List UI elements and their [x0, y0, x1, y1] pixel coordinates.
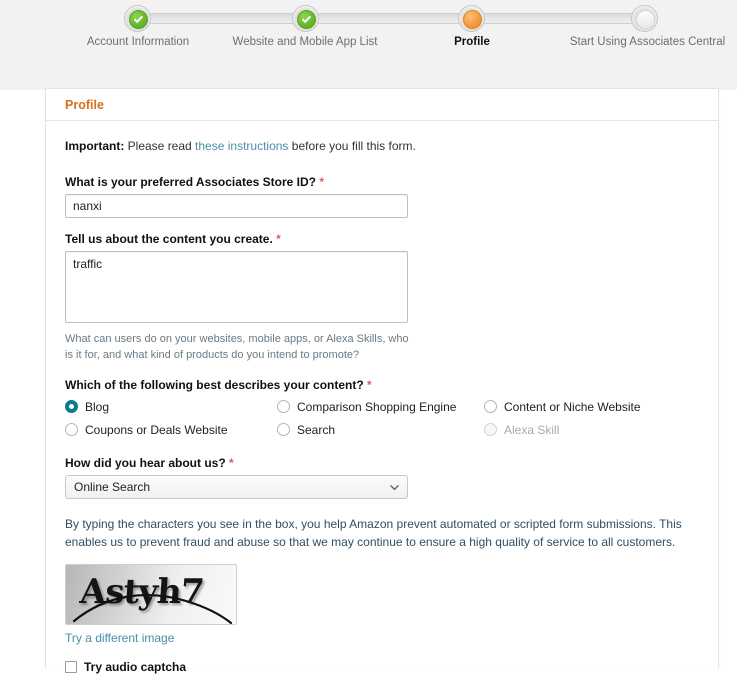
- radio-option-search[interactable]: Search: [277, 420, 484, 440]
- radio-option-content-or-niche-website[interactable]: Content or Niche Website: [484, 397, 699, 417]
- radio-label-coupons-or-deals-website: Coupons or Deals Website: [85, 422, 228, 437]
- try-audio-captcha-row[interactable]: Try audio captcha: [65, 660, 699, 674]
- captcha-intro-text: By typing the characters you see in the …: [65, 516, 682, 550]
- hear-about-selected-value: Online Search: [74, 479, 151, 494]
- step-node-website-and-mobile-app-list[interactable]: [292, 5, 319, 32]
- radio-label-blog: Blog: [85, 399, 110, 414]
- captcha-distortion-line: [72, 594, 233, 625]
- progress-step-labels: Account Information Website and Mobile A…: [0, 36, 737, 56]
- profile-form-card: Profile Important: Please read these ins…: [45, 88, 719, 674]
- card-header: Profile: [46, 89, 718, 121]
- radio-dot-icon: [484, 423, 497, 437]
- radio-label-content-or-niche-website: Content or Niche Website: [504, 399, 641, 414]
- try-audio-captcha-label: Try audio captcha: [84, 660, 187, 674]
- step-label-account-information: Account Information: [86, 36, 190, 48]
- radio-dot-icon: [277, 400, 290, 414]
- radio-option-comparison-shopping-engine[interactable]: Comparison Shopping Engine: [277, 397, 484, 417]
- hear-about-field-block: How did you hear about us? * Online Sear…: [65, 456, 699, 499]
- store-id-label: What is your preferred Associates Store …: [65, 175, 699, 189]
- step-label-profile: Profile: [454, 36, 490, 48]
- radio-dot-icon: [484, 400, 497, 414]
- content-type-field-block: Which of the following best describes yo…: [65, 378, 699, 440]
- content-description-label: Tell us about the content you create. *: [65, 232, 699, 246]
- content-type-required-mark: *: [367, 377, 372, 392]
- radio-dot-icon: [65, 423, 78, 437]
- try-different-image-link[interactable]: Try a different image: [65, 631, 174, 645]
- content-description-label-text: Tell us about the content you create.: [65, 232, 273, 246]
- current-step-icon: [463, 10, 482, 29]
- step-node-start-using-associates-central[interactable]: [631, 5, 658, 32]
- progress-track: [138, 13, 644, 24]
- progress-stepper: Account Information Website and Mobile A…: [0, 0, 737, 90]
- store-id-label-text: What is your preferred Associates Store …: [65, 175, 316, 189]
- radio-option-alexa-skill: Alexa Skill: [484, 420, 699, 440]
- content-description-hint: What can users do on your websites, mobi…: [65, 333, 409, 361]
- empty-step-icon: [636, 10, 655, 29]
- store-id-required-mark: *: [319, 175, 324, 189]
- important-notice: Important: Please read these instruction…: [65, 139, 699, 153]
- radio-label-comparison-shopping-engine: Comparison Shopping Engine: [297, 399, 457, 414]
- these-instructions-link[interactable]: these instructions: [195, 139, 288, 153]
- radio-label-search: Search: [297, 422, 336, 437]
- captcha-image: Astyh7: [65, 564, 237, 626]
- important-before-link: Please read: [124, 139, 196, 153]
- hear-about-label-text: How did you hear about us?: [65, 455, 226, 470]
- radio-label-alexa-skill: Alexa Skill: [504, 422, 560, 437]
- hear-about-label: How did you hear about us? *: [65, 456, 699, 470]
- hear-about-select[interactable]: Online Search: [65, 474, 408, 499]
- radio-dot-icon: [277, 423, 290, 437]
- store-id-field-block: What is your preferred Associates Store …: [65, 175, 699, 218]
- radio-dot-icon: [65, 400, 78, 414]
- content-description-textarea[interactable]: traffic: [65, 251, 408, 323]
- important-after-link: before you fill this form.: [288, 139, 416, 153]
- content-description-field-block: Tell us about the content you create. * …: [65, 232, 699, 364]
- try-audio-captcha-checkbox[interactable]: [65, 661, 77, 674]
- page-title: Profile: [65, 97, 104, 112]
- content-type-label: Which of the following best describes yo…: [65, 378, 699, 392]
- radio-option-blog[interactable]: Blog: [65, 397, 277, 417]
- content-type-radio-group: Blog Comparison Shopping Engine Content …: [65, 397, 699, 440]
- important-prefix: Important:: [65, 139, 125, 153]
- step-label-website-and-mobile-app-list: Website and Mobile App List: [232, 36, 378, 48]
- card-body: Important: Please read these instruction…: [46, 121, 718, 674]
- step-node-profile[interactable]: [458, 5, 485, 32]
- check-circle-icon: [129, 10, 148, 29]
- radio-option-coupons-or-deals-website[interactable]: Coupons or Deals Website: [65, 420, 277, 440]
- content-description-required-mark: *: [276, 232, 281, 246]
- step-node-account-information[interactable]: [124, 5, 151, 32]
- step-label-start-using-associates-central: Start Using Associates Central: [569, 36, 726, 48]
- content-type-label-text: Which of the following best describes yo…: [65, 377, 364, 392]
- hear-about-select-wrap: Online Search: [65, 474, 408, 499]
- store-id-input[interactable]: [65, 194, 408, 218]
- check-circle-icon: [297, 10, 316, 29]
- hear-about-required-mark: *: [229, 455, 234, 470]
